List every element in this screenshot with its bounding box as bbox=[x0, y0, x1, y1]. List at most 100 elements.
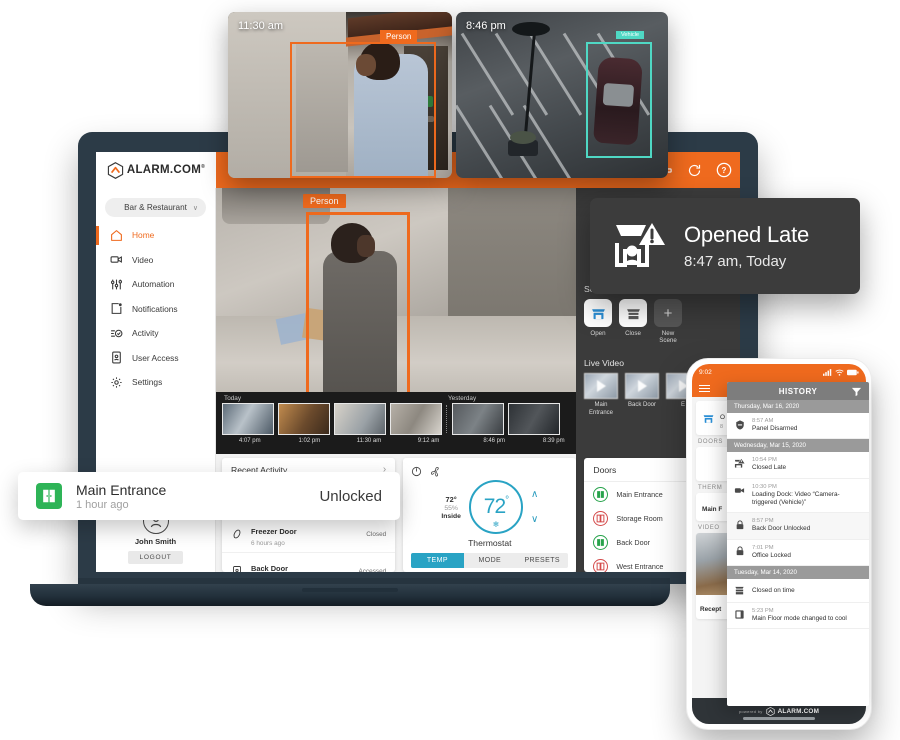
activity-check-icon bbox=[110, 327, 123, 340]
hamburger-icon[interactable] bbox=[699, 383, 710, 394]
sidebar-item-settings[interactable]: Settings bbox=[96, 370, 215, 395]
brand-logo[interactable]: ALARM.COM® bbox=[96, 152, 216, 188]
history-item[interactable]: 7:01 PM Office Locked bbox=[727, 540, 869, 566]
sidebar-item-activity[interactable]: Activity bbox=[96, 321, 215, 346]
detection-box-vehicle bbox=[586, 42, 652, 158]
live-video-back-door[interactable]: Back Door bbox=[625, 373, 659, 417]
scene-label: New Scene bbox=[659, 330, 677, 344]
history-item[interactable]: 10:54 PM Closed Late bbox=[727, 452, 869, 479]
user-name: John Smith bbox=[134, 537, 177, 546]
timeline-captions: 4:07 pm 1:02 pm 11:30 am 9:12 am 8:46 pm… bbox=[222, 438, 582, 444]
sidebar-item-label: Notifications bbox=[132, 303, 178, 314]
history-item[interactable]: 10:30 PM Loading Dock: Video “Camera-tri… bbox=[727, 479, 869, 514]
phone-card-title: O bbox=[720, 414, 725, 421]
sidebar-item-video[interactable]: Video bbox=[96, 248, 215, 273]
tab-temp[interactable]: TEMP bbox=[411, 553, 464, 568]
activity-status: Accessed bbox=[358, 567, 387, 573]
humidity: 55% bbox=[444, 504, 458, 512]
activity-row[interactable]: Freezer Door 6 hours ago Closed bbox=[222, 516, 396, 553]
doors-title: Doors bbox=[593, 464, 617, 475]
opened-late-text: Opened Late 8:47 am, Today bbox=[684, 222, 809, 270]
history-time: 5:23 PM bbox=[752, 607, 774, 614]
fan-icon[interactable] bbox=[430, 464, 441, 482]
opened-late-notification[interactable]: Opened Late 8:47 am, Today bbox=[590, 198, 860, 294]
funnel-icon[interactable] bbox=[851, 386, 862, 399]
history-item[interactable]: 8:57 PM Back Door Unlocked bbox=[727, 513, 869, 540]
history-day-header: Wednesday, Mar 15, 2020 bbox=[727, 439, 869, 453]
brand-name: ALARM.COM® bbox=[126, 164, 206, 176]
door-unlocked-icon bbox=[36, 483, 62, 509]
toast-notification[interactable]: Main Entrance 1 hour ago Unlocked bbox=[18, 472, 400, 520]
history-item[interactable]: 8:57 AM Panel Disarmed bbox=[727, 413, 869, 440]
lock-icon bbox=[734, 518, 745, 531]
scene-close[interactable]: Close bbox=[619, 299, 647, 344]
scene-new[interactable]: + New Scene bbox=[654, 299, 682, 344]
camera-card-person[interactable]: Person 11:30 am bbox=[228, 12, 452, 178]
site-selector[interactable]: Bar & Restaurant ∨ bbox=[105, 198, 206, 217]
history-item[interactable]: 5:23 PM Main Floor mode changed to cool bbox=[727, 603, 869, 630]
door-label: Storage Room bbox=[616, 513, 663, 523]
toast-subtitle: 1 hour ago bbox=[76, 498, 129, 511]
access-card-icon bbox=[231, 564, 243, 572]
alarm-hex-icon bbox=[107, 161, 124, 179]
activity-subtitle: 6 hours ago bbox=[251, 540, 285, 547]
camera-card-vehicle[interactable]: Vehicle 8:46 pm bbox=[456, 12, 668, 178]
timeline-thumb[interactable] bbox=[278, 403, 330, 435]
store-open-icon bbox=[703, 414, 714, 423]
temp-up-button[interactable]: ∧ bbox=[531, 489, 538, 500]
play-icon bbox=[584, 373, 618, 399]
thermostat-steppers: ∧ ∨ bbox=[531, 489, 538, 525]
help-icon[interactable]: ? bbox=[716, 162, 732, 178]
tab-presets[interactable]: PRESETS bbox=[516, 553, 568, 568]
battery-icon bbox=[847, 369, 859, 375]
tab-mode[interactable]: MODE bbox=[464, 553, 516, 568]
camera-b-lamp-head bbox=[512, 22, 550, 36]
phone-status-icons bbox=[823, 368, 859, 376]
screenshot-root: ALARM.COM® ? Bar & Restaurant ∨ Home Vid… bbox=[0, 0, 900, 740]
camera-b-planter bbox=[508, 131, 538, 156]
history-time: 8:57 PM bbox=[752, 518, 774, 525]
history-title: HISTORY bbox=[778, 386, 818, 396]
logout-button[interactable]: LOGOUT bbox=[128, 551, 183, 564]
activity-row[interactable]: Back Door at 9:12 am Accessed bbox=[222, 553, 395, 572]
timeline-clip-time: 11:30 am bbox=[356, 438, 382, 444]
sidebar-item-home[interactable]: Home bbox=[96, 223, 215, 248]
detection-label-vehicle: Vehicle bbox=[616, 31, 645, 39]
sidebar-item-user-access[interactable]: User Access bbox=[96, 346, 215, 371]
thermostat-title: Thermostat bbox=[468, 538, 512, 548]
timeline-thumb[interactable] bbox=[222, 403, 274, 435]
timeline-clip-time: 4:07 pm bbox=[238, 438, 261, 444]
sidebar-nav: Home Video Automation Notifications Acti… bbox=[96, 223, 215, 395]
scene-open[interactable]: Open bbox=[584, 299, 612, 344]
timeline-thumb[interactable] bbox=[390, 403, 442, 435]
live-video-title: Live Video bbox=[584, 358, 624, 368]
timeline-thumb[interactable] bbox=[334, 403, 386, 435]
refresh-icon[interactable] bbox=[687, 163, 702, 178]
phone-thermostat-name: Main F bbox=[702, 506, 723, 513]
video-camera-icon bbox=[110, 253, 123, 266]
timeline-clip-time: 9:12 am bbox=[417, 438, 440, 444]
snowflake-icon: ❄ bbox=[492, 520, 500, 529]
toast-text: Main Entrance 1 hour ago bbox=[76, 482, 305, 511]
live-video-main-entrance[interactable]: Main Entrance bbox=[584, 373, 618, 417]
thermostat-dial[interactable]: 72° ❄ bbox=[468, 480, 523, 534]
scene-label: Close bbox=[625, 330, 641, 337]
detection-box-person bbox=[290, 42, 436, 178]
scenes-list: Open Close + New Scene bbox=[576, 299, 740, 344]
door-locked-icon bbox=[593, 510, 609, 526]
toast-title: Main Entrance bbox=[76, 481, 167, 498]
degree-sign: ° bbox=[505, 495, 509, 506]
timeline-thumb[interactable] bbox=[508, 403, 560, 435]
user-badge-icon bbox=[110, 351, 123, 364]
thermostat-header-icons bbox=[403, 458, 576, 482]
sidebar-item-automation[interactable]: Automation bbox=[96, 272, 215, 297]
power-icon[interactable] bbox=[411, 464, 422, 482]
video-timeline[interactable]: Today Yesterday 4:07 pm 1:02 pm 11:30 am… bbox=[216, 392, 576, 454]
phone-footer-brand: ALARM.COM bbox=[777, 707, 820, 715]
temp-down-button[interactable]: ∨ bbox=[531, 514, 538, 525]
main-video-player[interactable]: Person bbox=[216, 188, 576, 420]
timeline-thumb[interactable] bbox=[452, 403, 504, 435]
history-item[interactable]: Closed on time bbox=[727, 579, 869, 603]
laptop-base bbox=[30, 584, 670, 606]
sidebar-item-notifications[interactable]: Notifications bbox=[96, 297, 215, 322]
